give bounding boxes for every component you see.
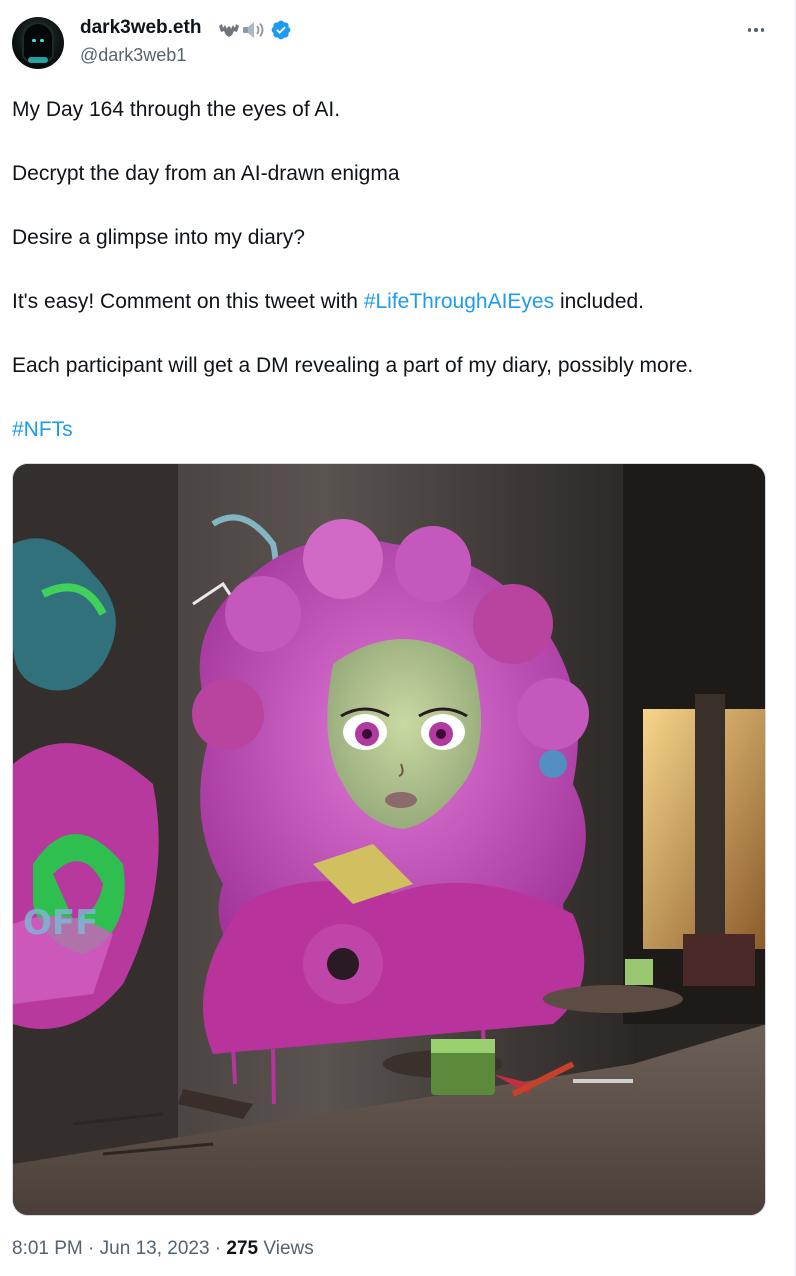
tweet-media-image[interactable]: OFF: [12, 463, 766, 1216]
tweet-text-segment: included.: [554, 290, 645, 313]
tweet-date[interactable]: Jun 13, 2023: [100, 1238, 210, 1259]
tweet-line: Decrypt the day from an AI-drawn enigma: [12, 162, 400, 185]
views-count: 275: [226, 1238, 259, 1259]
bat-icon: [219, 24, 239, 37]
tweet-line: Desire a glimpse into my diary?: [12, 226, 305, 249]
tweet-line: #NFTs: [12, 412, 782, 447]
avatar-eye-left: [32, 39, 36, 42]
tweet-line: Each participant will get a DM revealing…: [12, 354, 694, 377]
hashtag-link-nfts[interactable]: #NFTs: [12, 418, 73, 441]
tweet-metadata: 8:01 PM · Jun 13, 2023 · 275 Views: [12, 1238, 314, 1260]
svg-text:OFF: OFF: [23, 903, 98, 943]
more-options-button[interactable]: [738, 18, 774, 42]
tweet-time[interactable]: 8:01 PM: [12, 1238, 83, 1259]
more-dot: [747, 28, 752, 32]
avatar-glow: [28, 57, 48, 63]
verified-badge-icon[interactable]: [270, 19, 292, 41]
display-name[interactable]: dark3web.eth: [80, 17, 201, 39]
avatar[interactable]: [12, 17, 64, 69]
tweet-card: dark3web.eth @dark3web1 My Day 164 throu…: [0, 0, 796, 1276]
more-dot: [760, 28, 765, 32]
handle[interactable]: @dark3web1: [80, 45, 186, 66]
avatar-eye-right: [40, 39, 44, 42]
tweet-text: My Day 164 through the eyes of AI. Decry…: [12, 92, 782, 476]
graffiti-mural-image: OFF: [13, 464, 765, 1215]
more-dot: [754, 28, 758, 32]
tweet-line: My Day 164 through the eyes of AI.: [12, 98, 341, 121]
name-icons: [218, 18, 292, 42]
hooded-figure-icon: [24, 24, 52, 60]
tweet-line: It's easy! Comment on this tweet with #L…: [12, 284, 782, 319]
separator: ·: [209, 1238, 227, 1259]
speaker-icon: [243, 22, 264, 38]
hashtag-link-lifethroughaieyes[interactable]: #LifeThroughAIEyes: [364, 290, 554, 313]
separator: ·: [82, 1238, 100, 1259]
views-label: Views: [258, 1238, 314, 1259]
tweet-text-segment: It's easy! Comment on this tweet with: [12, 290, 364, 313]
